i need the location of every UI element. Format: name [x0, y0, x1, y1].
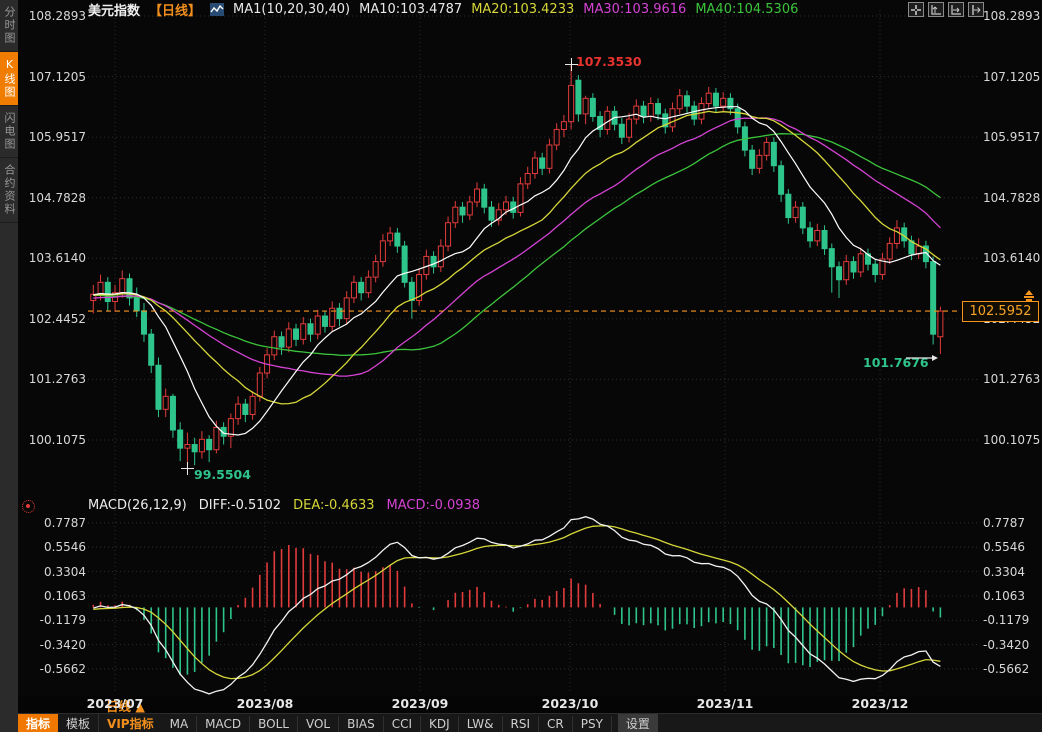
macd-axis-label: 0.5546 [24, 540, 86, 554]
macd-axis-label: 0.3304 [983, 565, 1042, 579]
toolbar-tab[interactable]: MACD [197, 716, 250, 732]
price-axis-label: 107.1205 [24, 70, 86, 84]
macd-axis-label: 0.1063 [983, 589, 1042, 603]
toolbar-tab[interactable]: 指标 [18, 714, 58, 732]
sidebar-tab-active[interactable]: K线图 [0, 52, 18, 106]
toolbar-tab[interactable]: 模板 [58, 714, 99, 732]
toolbar-tab[interactable]: PSY [573, 716, 612, 732]
price-axis-label: 108.2893 [983, 9, 1042, 23]
month-label: 2023/12 [852, 696, 909, 711]
price-axis-label: 107.1205 [983, 70, 1042, 84]
high-price-label: 107.3530 [576, 54, 642, 69]
axis-zoom-vertical-icon[interactable] [928, 2, 944, 17]
low-price-label: 99.5504 [194, 467, 251, 482]
macd-axis-label: -0.1179 [24, 613, 86, 627]
price-axis-label: 103.6140 [24, 251, 86, 265]
macd-axis-label: 0.7787 [983, 516, 1042, 530]
chart-header: 美元指数 【日线】 MA1(10,20,30,40) MA10:103.4787… [88, 1, 798, 17]
macd-diff-value: DIFF:-0.5102 [199, 498, 281, 513]
macd-axis-label: 0.5546 [983, 540, 1042, 554]
toolbar-tab[interactable]: MA [162, 716, 198, 732]
macd-title: MACD(26,12,9) [88, 498, 187, 513]
low-cross-marker [181, 462, 194, 475]
macd-axis-label: 0.1063 [24, 589, 86, 603]
price-axis-label: 101.2763 [983, 372, 1042, 386]
price-axis-label: 105.9517 [24, 130, 86, 144]
high-cross-marker [565, 58, 578, 71]
macd-dea-value: DEA:-0.4633 [293, 498, 374, 513]
bottom-toolbar: 指标模板VIP指标MAMACDBOLLVOLBIASCCIKDJLW&RSICR… [18, 713, 1042, 732]
price-alert-icon [1022, 290, 1036, 301]
left-sidebar: 分时图K线图闪电图合约资料 [0, 0, 18, 732]
sidebar-tab-item[interactable]: 合约资料 [0, 158, 18, 223]
macd-axis-label: 0.7787 [24, 516, 86, 530]
price-axis-label: 100.1075 [983, 433, 1042, 447]
month-label: 2023/07 [87, 696, 144, 711]
current-price-badge[interactable]: 102.5952 [962, 301, 1039, 322]
price-axis-label: 100.1075 [24, 433, 86, 447]
toolbar-tab[interactable]: CCI [384, 716, 421, 732]
sidebar-tab-item[interactable]: 分时图 [0, 0, 18, 52]
period-title: 【日线】 [149, 0, 201, 19]
price-axis-label: 105.9517 [983, 130, 1042, 144]
chart-tool-icons [908, 2, 984, 17]
sidebar-tab-item[interactable]: 闪电图 [0, 106, 18, 158]
app-window: 分时图K线图闪电图合约资料 美元指数 【日线】 MA1(10,20,30,40)… [0, 0, 1042, 732]
ma-settings-label: MA1(10,20,30,40) [233, 2, 350, 17]
axis-zoom-horizontal-icon[interactable] [948, 2, 964, 17]
ma20-value: MA20:103.4233 [471, 2, 574, 17]
month-label: 2023/11 [697, 696, 754, 711]
price-axis-label: 101.2763 [24, 372, 86, 386]
x-axis-row: 日线 ▲ 2023/072023/082023/092023/102023/11… [18, 696, 1042, 713]
macd-axis-label: -0.5662 [24, 662, 86, 676]
macd-header: MACD(26,12,9) DIFF:-0.5102 DEA:-0.4633 M… [88, 498, 480, 513]
toolbar-tab[interactable]: KDJ [421, 716, 459, 732]
toolbar-tab[interactable]: CR [539, 716, 573, 732]
price-axis-label: 108.2893 [24, 9, 86, 23]
pan-right-icon[interactable] [968, 2, 984, 17]
toolbar-tab[interactable]: BIAS [339, 716, 384, 732]
macd-bar-value: MACD:-0.0938 [387, 498, 481, 513]
month-label: 2023/09 [392, 696, 449, 711]
macd-axis-label: -0.3420 [983, 638, 1042, 652]
month-label: 2023/08 [237, 696, 294, 711]
macd-axis-label: 0.3304 [24, 565, 86, 579]
macd-axis-label: -0.3420 [24, 638, 86, 652]
ma40-value: MA40:104.5306 [695, 2, 798, 17]
macd-axis-label: -0.5662 [983, 662, 1042, 676]
price-axis-label: 104.7828 [983, 191, 1042, 205]
ma10-value: MA10:103.4787 [359, 2, 462, 17]
toolbar-tab[interactable]: RSI [503, 716, 540, 732]
symbol-title: 美元指数 [88, 0, 140, 19]
price-axis-label: 103.6140 [983, 251, 1042, 265]
macd-axis-label: -0.1179 [983, 613, 1042, 627]
toolbar-tab[interactable]: VOL [298, 716, 339, 732]
macd-pane-icon[interactable] [22, 500, 35, 513]
price-axis-label: 102.4452 [24, 312, 86, 326]
month-label: 2023/10 [542, 696, 599, 711]
toolbar-tab[interactable]: LW& [459, 716, 503, 732]
kline-chart-icon [210, 3, 224, 16]
toolbar-tab[interactable]: 设置 [618, 714, 658, 732]
crosshair-icon[interactable] [908, 2, 924, 17]
toolbar-tab[interactable]: VIP指标 [99, 714, 162, 732]
ma30-value: MA30:103.9616 [583, 2, 686, 17]
price-axis-label: 104.7828 [24, 191, 86, 205]
toolbar-tab[interactable]: BOLL [250, 716, 298, 732]
last-low-arrow-icon [905, 352, 939, 364]
